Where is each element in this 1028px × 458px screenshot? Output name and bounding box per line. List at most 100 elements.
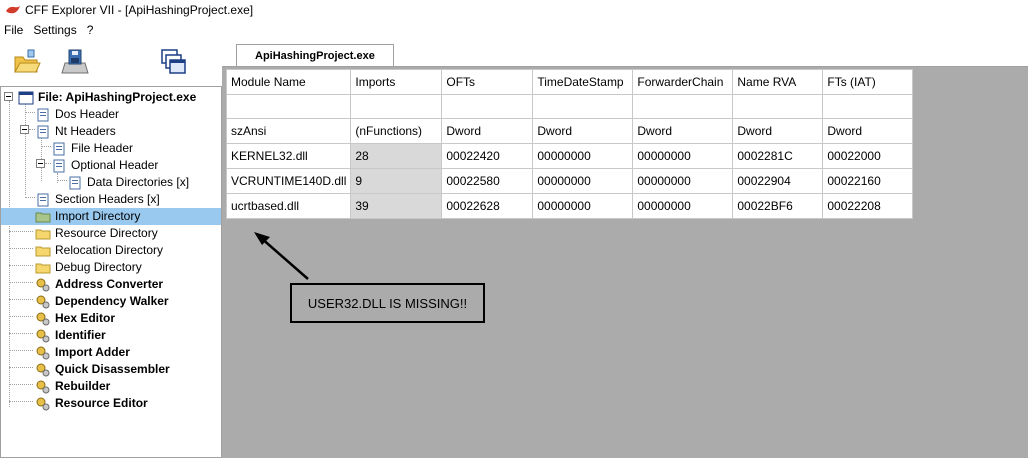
open-button[interactable] (10, 44, 44, 80)
tree-item-relocation-directory[interactable]: Relocation Directory (35, 242, 165, 259)
tree-item-label: Debug Directory (55, 260, 142, 274)
grid-cell[interactable]: 00022000 (822, 143, 914, 169)
window-icon (18, 91, 34, 104)
tree-item-nt-headers[interactable]: Nt Headers (35, 123, 118, 140)
menu-help[interactable]: ? (82, 23, 99, 37)
grid-cell[interactable]: ucrtbased.dll (225, 193, 352, 219)
tree-item-label: Data Directories [x] (87, 175, 190, 189)
grid-cell[interactable]: FTs (IAT) (822, 69, 914, 95)
grid-cell[interactable]: Name RVA (732, 69, 824, 95)
tree-item-resource-editor[interactable]: Resource Editor (35, 395, 150, 412)
menu-settings[interactable]: Settings (28, 23, 81, 37)
tree-item-file-header[interactable]: File Header (51, 140, 135, 157)
grid-cell[interactable] (532, 94, 634, 119)
tree-panel[interactable]: File: ApiHashingProject.exe Dos Header N… (0, 86, 222, 458)
tool-icon (36, 295, 50, 308)
tree-item-label: Resource Editor (55, 396, 148, 410)
grid-cell[interactable]: 00022580 (441, 168, 534, 194)
optional-header-collapse-toggle[interactable] (36, 159, 45, 168)
tab-apihashingproject[interactable]: ApiHashingProject.exe (236, 44, 394, 66)
folder-icon (35, 229, 51, 239)
grid-cell[interactable]: 9 (350, 168, 443, 194)
grid-cell[interactable]: 00022208 (822, 193, 914, 219)
menu-file[interactable]: File (0, 23, 28, 37)
grid-cell[interactable]: 00022420 (441, 143, 534, 169)
grid-cell[interactable]: Dword (441, 118, 534, 144)
windows-button[interactable] (156, 44, 190, 80)
grid-cell[interactable] (350, 94, 443, 119)
grid-cell[interactable]: szAnsi (225, 118, 352, 144)
root-collapse-toggle[interactable] (4, 92, 13, 101)
tool-icon (36, 380, 50, 393)
tree-item-dos-header[interactable]: Dos Header (35, 106, 121, 123)
tree-item-label: Address Converter (55, 277, 164, 291)
grid-cell[interactable]: 00000000 (532, 143, 634, 169)
grid-cell[interactable]: VCRUNTIME140D.dll (225, 168, 352, 194)
grid-cell[interactable]: 0002281C (732, 143, 824, 169)
grid-cell[interactable] (822, 94, 914, 119)
grid-cell[interactable] (732, 94, 824, 119)
save-button[interactable] (58, 44, 92, 80)
tree-item-label: Optional Header (71, 158, 159, 172)
grid-cell[interactable] (225, 94, 352, 119)
header-icon (69, 176, 81, 189)
tool-icon (36, 278, 50, 291)
type-row[interactable]: szAnsi (nFunctions) Dword Dword Dword Dword Dw… (225, 118, 914, 144)
tree-item-quick-disassembler[interactable]: Quick Disassembler (35, 361, 172, 378)
header-icon (37, 125, 49, 138)
grid-cell[interactable] (632, 94, 734, 119)
app-icon (6, 5, 20, 14)
tree-item-label: Nt Headers (55, 124, 116, 138)
tree-item-import-directory[interactable]: Import Directory (35, 208, 143, 225)
tree-item-import-adder[interactable]: Import Adder (35, 344, 132, 361)
tree-item-label: Quick Disassembler (55, 362, 170, 376)
tree-item-dependency-walker[interactable]: Dependency Walker (35, 293, 171, 310)
spacer-row[interactable] (225, 94, 914, 119)
tree-item-rebuilder[interactable]: Rebuilder (35, 378, 112, 395)
grid-cell[interactable]: Dword (632, 118, 734, 144)
grid-cell[interactable]: Dword (532, 118, 634, 144)
tree-item-debug-directory[interactable]: Debug Directory (35, 259, 144, 276)
grid-cell[interactable]: Dword (732, 118, 824, 144)
tree-item-label: Identifier (55, 328, 106, 342)
grid-cell[interactable]: 00000000 (632, 193, 734, 219)
tree-item-identifier[interactable]: Identifier (35, 327, 108, 344)
tree-item-resource-directory[interactable]: Resource Directory (35, 225, 160, 242)
grid-cell[interactable]: 00022BF6 (732, 193, 824, 219)
tool-icon (36, 363, 50, 376)
grid-cell[interactable]: 28 (350, 143, 443, 169)
grid-cell[interactable]: TimeDateStamp (532, 69, 634, 95)
grid-cell[interactable]: ForwarderChain (632, 69, 734, 95)
header-icon (53, 159, 65, 172)
table-row[interactable]: ucrtbased.dll 39 00022628 00000000 00000000 0… (225, 193, 914, 219)
grid-cell[interactable]: 00022904 (732, 168, 824, 194)
grid-cell[interactable]: 39 (350, 193, 443, 219)
grid-cell[interactable]: (nFunctions) (350, 118, 443, 144)
title-bar: CFF Explorer VII - [ApiHashingProject.ex… (0, 0, 1028, 20)
tree-item-address-converter[interactable]: Address Converter (35, 276, 165, 293)
grid-cell[interactable]: Dword (822, 118, 914, 144)
tree-item-data-directories[interactable]: Data Directories [x] (67, 174, 191, 191)
grid-cell[interactable]: KERNEL32.dll (225, 143, 352, 169)
grid-cell[interactable]: 00000000 (532, 168, 634, 194)
header-icon (53, 142, 65, 155)
tree-root-file[interactable]: File: ApiHashingProject.exe (18, 89, 198, 106)
grid-cell[interactable]: Module Name (225, 69, 352, 95)
grid-cell[interactable]: 00000000 (532, 193, 634, 219)
tree-item-section-headers[interactable]: Section Headers [x] (35, 191, 162, 208)
grid-cell[interactable]: 00022160 (822, 168, 914, 194)
grid-cell[interactable]: 00000000 (632, 168, 734, 194)
grid-cell[interactable]: 00022628 (441, 193, 534, 219)
grid-cell[interactable]: OFTs (441, 69, 534, 95)
tree-item-optional-header[interactable]: Optional Header (51, 157, 160, 174)
table-row[interactable]: VCRUNTIME140D.dll 9 00022580 00000000 000000… (225, 168, 914, 194)
tree-item-hex-editor[interactable]: Hex Editor (35, 310, 117, 327)
windows-icon (161, 49, 186, 74)
window-title: CFF Explorer VII - [ApiHashingProject.ex… (25, 3, 254, 17)
table-row[interactable]: KERNEL32.dll 28 00022420 00000000 00000000 00… (225, 143, 914, 169)
grid-cell[interactable]: Imports (350, 69, 443, 95)
grid-cell[interactable]: 00000000 (632, 143, 734, 169)
grid-cell[interactable] (441, 94, 534, 119)
nt-headers-collapse-toggle[interactable] (20, 125, 29, 134)
header-row[interactable]: Module Name Imports OFTs TimeDateStamp Forwa… (225, 69, 914, 95)
